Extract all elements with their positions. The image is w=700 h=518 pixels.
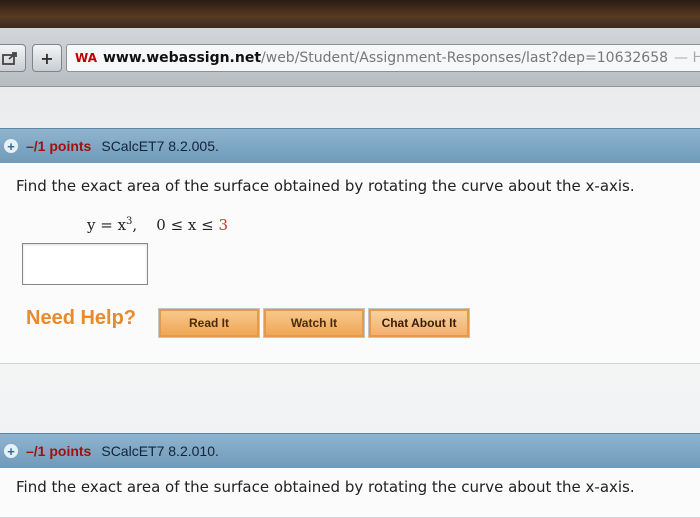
share-button[interactable]: [0, 44, 26, 72]
site-favicon: WA: [75, 51, 97, 65]
question-points: –/1 points: [26, 443, 92, 459]
address-bar[interactable]: WA www.webassign.net /web/Student/Assign…: [66, 44, 700, 72]
formula-range: 0 ≤ x ≤: [156, 216, 214, 234]
question-prompt: Find the exact area of the surface obtai…: [16, 478, 635, 496]
question-header: + –/1 points SCalcET7 8.2.005.: [0, 128, 700, 164]
plus-circle-icon[interactable]: +: [4, 139, 18, 154]
url-domain: www.webassign.net: [102, 50, 262, 66]
new-tab-button[interactable]: +: [32, 44, 62, 72]
question-points: –/1 points: [26, 138, 92, 154]
url-path: /web/Student/Assignment-Responses/last?d…: [261, 50, 669, 66]
question-formula: y = x3, 0 ≤ x ≤ 3: [87, 216, 228, 234]
share-icon: [2, 52, 17, 65]
formula-lhs: y = x: [87, 216, 127, 234]
plus-circle-icon[interactable]: +: [4, 444, 18, 459]
plus-icon: +: [40, 48, 54, 68]
need-help-label: Need Help?: [26, 307, 137, 329]
watch-it-button[interactable]: Watch It: [263, 308, 365, 338]
page-title-fragment: — Ho: [674, 50, 700, 66]
question-prompt: Find the exact area of the surface obtai…: [16, 177, 635, 195]
question-id: SCalcET7 8.2.010.: [101, 443, 219, 459]
question-id: SCalcET7 8.2.005.: [101, 138, 219, 154]
chat-about-it-button[interactable]: Chat About It: [368, 308, 470, 338]
formula-upper-bound: 3: [218, 216, 229, 234]
read-it-button[interactable]: Read It: [158, 308, 260, 338]
question-header: + –/1 points SCalcET7 8.2.010.: [0, 433, 700, 469]
answer-input[interactable]: [22, 243, 148, 285]
formula-comma: ,: [132, 216, 138, 234]
screen-bezel: [0, 0, 700, 28]
